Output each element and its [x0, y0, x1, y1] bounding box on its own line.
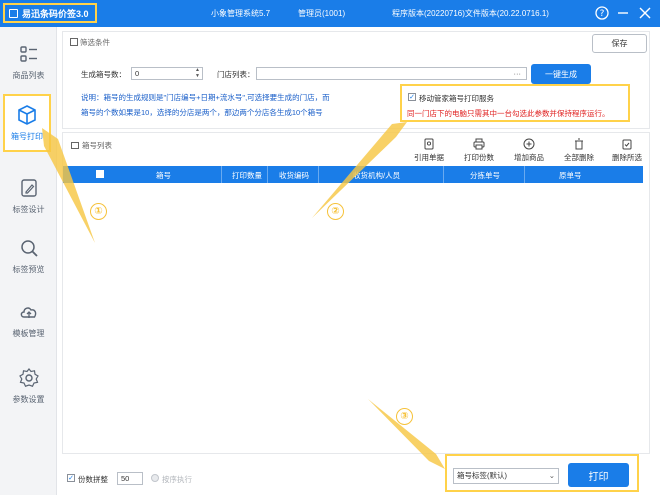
copies-input[interactable]: 50 — [117, 472, 143, 485]
delete-selected-button[interactable]: 删除所选 — [606, 138, 648, 164]
store-list-label: 门店列表： — [217, 70, 255, 79]
sidebar-item-label: 模板管理 — [12, 329, 45, 338]
box-count-value: 0 — [135, 69, 140, 78]
help-icon[interactable]: ? — [593, 4, 611, 22]
toolbar-label: 删除所选 — [612, 153, 642, 162]
trash-icon — [575, 138, 583, 150]
annotation-badge-1: ① — [90, 203, 107, 220]
store-list-input[interactable]: ··· — [256, 67, 527, 80]
filter-title: 筛选条件 — [70, 37, 110, 48]
template-select-value: 箱号标签(默认) — [457, 471, 507, 480]
copies-value: 50 — [121, 474, 130, 483]
service-checkbox[interactable]: ✓ — [408, 93, 416, 101]
sidebar-item-label: 标签预览 — [12, 265, 45, 274]
order-radio[interactable] — [151, 474, 159, 482]
description-line-2: 箱号的个数如果是10，选择的分店是两个，那边两个分店各生成10个箱号 — [81, 108, 323, 117]
col-print-qty: 打印数量 — [232, 171, 262, 180]
annotation-badge-3: ③ — [396, 408, 413, 425]
list-icon — [19, 46, 37, 62]
filter-icon — [70, 38, 78, 46]
box-count-input[interactable]: 0 ▲ ▼ — [131, 67, 203, 80]
copies-label[interactable]: 份数拼整 — [78, 474, 108, 485]
store-picker-dots[interactable]: ··· — [514, 68, 522, 79]
col-receive-code: 收货编码 — [279, 171, 309, 180]
box-count-label: 生成箱号数： — [81, 70, 126, 79]
copies-checkbox[interactable]: ✓ — [67, 474, 75, 482]
reference-doc-button[interactable]: 引用单据 — [408, 138, 450, 164]
toolbar-label: 增加商品 — [514, 153, 544, 162]
print-copies-button[interactable]: 打印份数 — [458, 138, 500, 164]
col-receive-org: 收货机构/人员 — [353, 171, 401, 180]
service-warning-note: 同一门店下的电脑只需其中一台勾选此参数并保持程序运行。 — [407, 109, 610, 118]
col-original-number: 原单号 — [559, 171, 582, 180]
sidebar-item-label: 商品列表 — [12, 71, 45, 80]
filter-title-text: 筛选条件 — [80, 38, 110, 47]
print-button[interactable]: 打印 — [568, 463, 629, 487]
printer-icon — [473, 138, 485, 150]
gear-icon — [18, 368, 39, 387]
table-header: 箱号 打印数量 收货编码 收货机构/人员 分拣单号 原单号 — [63, 166, 643, 183]
box-list-title-text: 箱号列表 — [82, 141, 112, 150]
sidebar-item-label: 箱号打印 — [11, 132, 43, 141]
minimize-icon[interactable] — [614, 4, 632, 22]
box-icon — [18, 105, 36, 125]
chevron-down-icon: ⌄ — [548, 471, 555, 480]
magnifier-icon — [20, 240, 38, 257]
col-sort-number: 分拣单号 — [470, 171, 500, 180]
close-icon[interactable] — [636, 4, 654, 22]
sidebar-item-template-manage[interactable]: 模板管理 — [0, 291, 57, 349]
document-icon — [424, 138, 434, 150]
sidebar-item-box-print[interactable]: 箱号打印 — [3, 94, 51, 152]
sidebar-item-product-list[interactable]: 商品列表 — [0, 33, 57, 91]
system-name: 小象管理系统5.7 — [211, 9, 271, 18]
clipboard-check-icon — [622, 139, 632, 150]
sidebar-item-label: 标签设计 — [12, 205, 45, 214]
sidebar-item-label: 参数设置 — [12, 395, 45, 404]
col-box-number: 箱号 — [156, 171, 171, 180]
spinner-icon[interactable]: ▲ ▼ — [195, 67, 200, 79]
generate-button[interactable]: 一键生成 — [531, 64, 591, 84]
plus-circle-icon — [523, 138, 535, 150]
sidebar-item-label-design[interactable]: 标签设计 — [0, 167, 57, 225]
box-list-title: 箱号列表 — [71, 140, 112, 151]
save-button[interactable]: 保存 — [592, 34, 647, 53]
cloud-icon — [20, 307, 36, 318]
delete-all-button[interactable]: 全部删除 — [558, 138, 600, 164]
svg-text:?: ? — [600, 9, 605, 19]
service-checkbox-label[interactable]: 移动管家箱号打印服务 — [419, 93, 494, 104]
version-label: 程序版本(20220716)文件版本(20.22.0716.1) — [392, 9, 549, 18]
admin-label: 管理员(1001) — [298, 9, 346, 18]
sidebar-item-label-preview[interactable]: 标签预览 — [0, 227, 57, 285]
list-title-icon — [71, 142, 79, 149]
app-title: 易迅条码价签3.0 — [3, 3, 97, 23]
description-line-1: 说明：箱号的生成规则是"门店编号+日期+流水号",可选择要生成的门店，而 — [81, 93, 330, 102]
toolbar-label: 引用单据 — [414, 153, 444, 162]
title-bar: 易迅条码价签3.0 小象管理系统5.7 管理员(1001) 程序版本(20220… — [0, 0, 660, 27]
app-title-text: 易迅条码价签3.0 — [22, 8, 89, 19]
sidebar: 商品列表 箱号打印 标签设计 标签预览 模板管理 参数设置 — [0, 27, 57, 495]
annotation-badge-2: ② — [327, 203, 344, 220]
add-product-button[interactable]: 增加商品 — [508, 138, 550, 164]
toolbar-label: 全部删除 — [564, 153, 594, 162]
template-select[interactable]: 箱号标签(默认) ⌄ — [453, 468, 559, 484]
select-all-checkbox[interactable] — [96, 170, 104, 178]
order-label: 按序执行 — [162, 475, 192, 484]
toolbar-label: 打印份数 — [464, 153, 494, 162]
sidebar-item-parameter-settings[interactable]: 参数设置 — [0, 357, 57, 415]
app-logo-icon — [9, 8, 18, 18]
pencil-icon — [20, 179, 37, 197]
